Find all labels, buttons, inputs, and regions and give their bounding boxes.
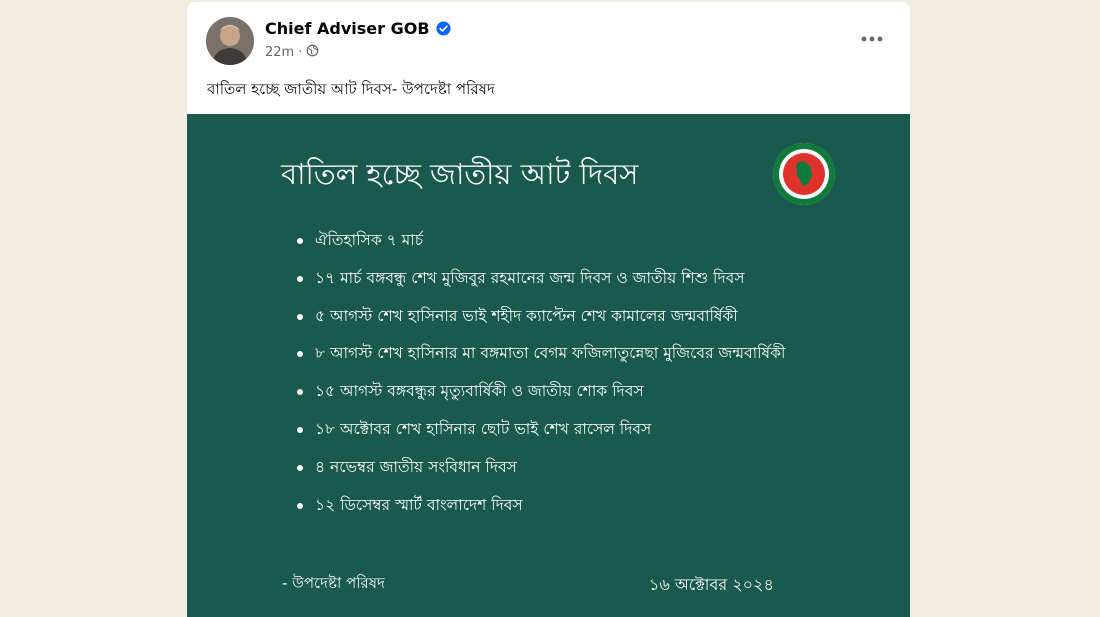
more-options-button[interactable] <box>856 25 888 53</box>
list-item: ১৭ মার্চ বঙ্গবন্ধু শেখ মুজিবুর রহমানের জ… <box>297 264 785 302</box>
post-timestamp[interactable]: 22m <box>265 45 294 60</box>
globe-icon[interactable] <box>306 44 319 61</box>
graphic-date: ১৬ অক্টোবর ২০২৪ <box>649 575 774 594</box>
post-image[interactable]: বাতিল হচ্ছে জাতীয় আট দিবস ঐতিহাসিক ৭ মা… <box>187 114 910 617</box>
page-name[interactable]: Chief Adviser GOB <box>265 19 430 38</box>
avatar[interactable] <box>206 17 254 65</box>
list-item: ১৫ আগস্ট বঙ্গবন্ধুর মৃত্যুবার্ষিকী ও জাত… <box>297 377 785 415</box>
post-header: Chief Adviser GOB 22m · বাতিল হচ্ছে জাতী… <box>187 2 910 114</box>
post-caption: বাতিল হচ্ছে জাতীয় আট দিবস- উপদেষ্টা পরি… <box>207 80 495 98</box>
list-item: ১৮ অক্টোবর শেখ হাসিনার ছোট ভাই শেখ রাসেল… <box>297 415 785 453</box>
list-item: ৪ নভেম্বর জাতীয় সংবিধান দিবস <box>297 453 785 491</box>
post-meta: 22m · <box>265 44 319 61</box>
graphic-title: বাতিল হচ্ছে জাতীয় আট দিবস <box>281 157 639 191</box>
list-item: ঐতিহাসিক ৭ মার্চ <box>297 226 785 264</box>
verified-badge-icon <box>435 21 451 36</box>
more-options-icon <box>861 36 883 42</box>
meta-separator: · <box>298 45 303 60</box>
list-item: ৫ আগস্ট শেখ হাসিনার ভাই শহীদ ক্যাপ্টেন শ… <box>297 302 785 340</box>
post-card: Chief Adviser GOB 22m · বাতিল হচ্ছে জাতী… <box>187 2 910 617</box>
government-seal-logo <box>772 142 836 206</box>
list-item: ১২ ডিসেম্বর স্মার্ট বাংলাদেশ দিবস <box>297 491 785 529</box>
cancelled-days-list: ঐতিহাসিক ৭ মার্চ ১৭ মার্চ বঙ্গবন্ধু শেখ … <box>297 226 785 528</box>
list-item: ৮ আগস্ট শেখ হাসিনার মা বঙ্গমাতা বেগম ফজি… <box>297 339 785 377</box>
page-name-link[interactable]: Chief Adviser GOB <box>265 19 451 38</box>
graphic-signature: - উপদেষ্টা পরিষদ <box>282 574 385 592</box>
